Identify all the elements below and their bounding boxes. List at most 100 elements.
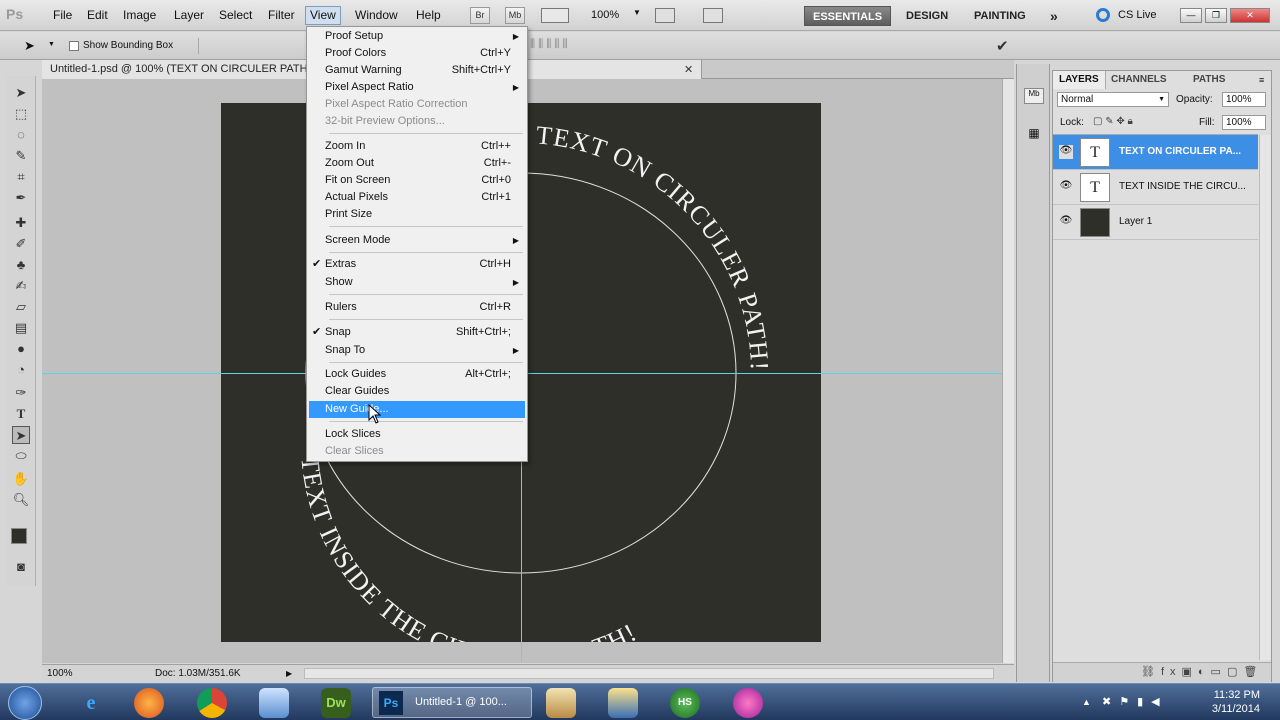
- menu-item-show[interactable]: Show ▶: [309, 274, 525, 291]
- shape-tool-icon[interactable]: ⬭: [12, 447, 30, 465]
- lock-buttons[interactable]: ▢ ✎ ✥ 🔒︎: [1093, 116, 1153, 128]
- taskbar-clock[interactable]: 11:32 PM 3/11/2014: [1212, 688, 1260, 716]
- hand-tool-icon[interactable]: ✋: [12, 470, 30, 488]
- distribute-buttons[interactable]: ⫼ ⫼ ⫼ ⫼ ⫼: [530, 38, 650, 54]
- healing-brush-tool-icon[interactable]: ✚: [12, 214, 30, 232]
- history-panel-icon[interactable]: ▦: [1024, 126, 1044, 142]
- workspace-design[interactable]: DESIGN: [906, 6, 948, 26]
- menu-item-pixel-aspect-ratio[interactable]: Pixel Aspect Ratio ▶: [309, 79, 525, 96]
- menu-item-lock-guides[interactable]: Lock Guides Alt+Ctrl+;: [309, 366, 525, 383]
- history-brush-tool-icon[interactable]: ✍: [12, 277, 30, 295]
- blend-mode-select[interactable]: Normal ▼: [1057, 92, 1169, 107]
- bridge-button[interactable]: Br: [470, 7, 490, 24]
- virtualbox-icon[interactable]: [259, 688, 289, 718]
- zoom-tool-icon[interactable]: 🔍︎: [12, 491, 30, 509]
- crop-tool-icon[interactable]: ⌗: [12, 168, 30, 186]
- minimize-icon[interactable]: —: [1180, 8, 1202, 23]
- brush-tool-icon[interactable]: ✐: [12, 235, 30, 253]
- layer-row-text-on-path[interactable]: 👁︎ T TEXT ON CIRCULER PA...: [1053, 135, 1258, 170]
- menu-view[interactable]: View: [305, 6, 341, 25]
- status-zoom[interactable]: 100%: [47, 665, 73, 682]
- eye-icon[interactable]: 👁︎: [1059, 215, 1073, 229]
- menu-select[interactable]: Select: [219, 8, 252, 22]
- menu-item-proof-setup[interactable]: Proof Setup ▶: [309, 28, 525, 45]
- pen-tool-icon[interactable]: ✑: [12, 384, 30, 402]
- menu-filter[interactable]: Filter: [268, 8, 295, 22]
- vertical-guide[interactable]: [521, 462, 522, 662]
- tray-chevron-icon[interactable]: ▲: [1082, 697, 1091, 707]
- menu-item-clear-guides[interactable]: Clear Guides: [309, 383, 525, 400]
- lasso-tool-icon[interactable]: ◌: [12, 126, 30, 144]
- close-icon[interactable]: ✕: [1230, 8, 1270, 23]
- app-icon[interactable]: [608, 688, 638, 718]
- internet-explorer-icon[interactable]: e: [76, 688, 106, 718]
- layers-footer-buttons[interactable]: ⛓fx▣◐▭▢🗑︎: [1053, 662, 1271, 682]
- screen-mode-icon[interactable]: [703, 8, 723, 23]
- gradient-tool-icon[interactable]: ▤: [12, 319, 30, 337]
- cs-live-button[interactable]: CS Live: [1118, 9, 1157, 21]
- more-workspaces-icon[interactable]: »: [1050, 6, 1058, 26]
- move-tool-icon[interactable]: ➤: [12, 84, 30, 102]
- menu-item-screen-mode[interactable]: Screen Mode ▶: [309, 232, 525, 249]
- menu-file[interactable]: File: [53, 8, 72, 22]
- dodge-tool-icon[interactable]: ◔: [12, 361, 30, 379]
- menu-edit[interactable]: Edit: [87, 8, 108, 22]
- menu-item-snap[interactable]: ✔ Snap Shift+Ctrl+;: [309, 324, 525, 341]
- close-document-icon[interactable]: ✕: [684, 63, 693, 76]
- start-button-icon[interactable]: [8, 686, 42, 720]
- commit-check-icon[interactable]: ✔: [996, 37, 1009, 55]
- eraser-tool-icon[interactable]: ▱: [12, 298, 30, 316]
- move-tool-icon[interactable]: ➤: [24, 38, 35, 54]
- opacity-input[interactable]: 100%: [1222, 92, 1266, 107]
- extras-dropdown-icon[interactable]: [541, 8, 569, 23]
- app-icon[interactable]: [546, 688, 576, 718]
- tab-paths[interactable]: PATHS: [1187, 71, 1231, 89]
- panel-menu-icon[interactable]: ≡: [1259, 75, 1264, 85]
- arrange-documents-icon[interactable]: [655, 8, 675, 23]
- menu-item-snap-to[interactable]: Snap To ▶: [309, 342, 525, 359]
- horizontal-scrollbar[interactable]: [304, 668, 994, 679]
- hotspot-shield-icon[interactable]: HS: [670, 688, 700, 718]
- menu-layer[interactable]: Layer: [174, 8, 204, 22]
- workspace-painting[interactable]: PAINTING: [974, 6, 1026, 26]
- menu-item-fit-on-screen[interactable]: Fit on Screen Ctrl+0: [309, 172, 525, 189]
- path-selection-tool-icon[interactable]: ➤: [12, 426, 30, 444]
- restore-icon[interactable]: ❐: [1205, 8, 1227, 23]
- eye-icon[interactable]: 👁︎: [1059, 145, 1073, 159]
- dreamweaver-icon[interactable]: Dw: [321, 688, 351, 718]
- tab-channels[interactable]: CHANNELS: [1105, 71, 1173, 89]
- tab-layers[interactable]: LAYERS: [1053, 71, 1106, 89]
- menu-item-print-size[interactable]: Print Size: [309, 206, 525, 223]
- mini-bridge-button[interactable]: Mb: [505, 7, 525, 24]
- layer-row-layer-1[interactable]: 👁︎ Layer 1: [1053, 205, 1258, 240]
- menu-image[interactable]: Image: [123, 8, 156, 22]
- menu-item-proof-colors[interactable]: Proof Colors Ctrl+Y: [309, 45, 525, 62]
- foreground-color-swatch[interactable]: [11, 528, 27, 544]
- menu-item-actual-pixels[interactable]: Actual Pixels Ctrl+1: [309, 189, 525, 206]
- menu-item-gamut-warning[interactable]: Gamut Warning Shift+Ctrl+Y: [309, 62, 525, 79]
- quick-mask-icon[interactable]: ◙: [12, 558, 30, 576]
- type-tool-icon[interactable]: T: [12, 405, 30, 423]
- quick-select-tool-icon[interactable]: ✎: [12, 147, 30, 165]
- layer-row-text-inside-path[interactable]: 👁︎ T TEXT INSIDE THE CIRCU...: [1053, 170, 1258, 205]
- fill-input[interactable]: 100%: [1222, 115, 1266, 130]
- workspace-essentials[interactable]: ESSENTIALS: [804, 6, 892, 26]
- clone-stamp-tool-icon[interactable]: ♣: [12, 256, 30, 274]
- photoshop-taskbar-button[interactable]: Ps Untitled-1 @ 100...: [372, 687, 532, 718]
- menu-item-zoom-in[interactable]: Zoom In Ctrl++: [309, 138, 525, 155]
- eye-icon[interactable]: 👁︎: [1059, 180, 1073, 194]
- menu-item-rulers[interactable]: Rulers Ctrl+R: [309, 299, 525, 316]
- status-arrow-icon[interactable]: ▶: [286, 665, 292, 682]
- menu-item-new-guide[interactable]: New Guide...: [309, 401, 525, 418]
- menu-item-zoom-out[interactable]: Zoom Out Ctrl+-: [309, 155, 525, 172]
- menu-item-extras[interactable]: ✔ Extras Ctrl+H: [309, 256, 525, 273]
- tool-preset-chevron-icon[interactable]: ▼: [48, 41, 55, 48]
- chrome-icon[interactable]: [197, 688, 227, 718]
- eyedropper-tool-icon[interactable]: ✒: [12, 189, 30, 207]
- align-buttons[interactable]: [198, 38, 298, 54]
- app-icon[interactable]: [733, 688, 763, 718]
- menu-help[interactable]: Help: [416, 8, 441, 22]
- mini-bridge-panel-icon[interactable]: Mb: [1024, 88, 1044, 104]
- vertical-scrollbar[interactable]: [1002, 79, 1014, 663]
- zoom-level[interactable]: 100%: [591, 9, 619, 21]
